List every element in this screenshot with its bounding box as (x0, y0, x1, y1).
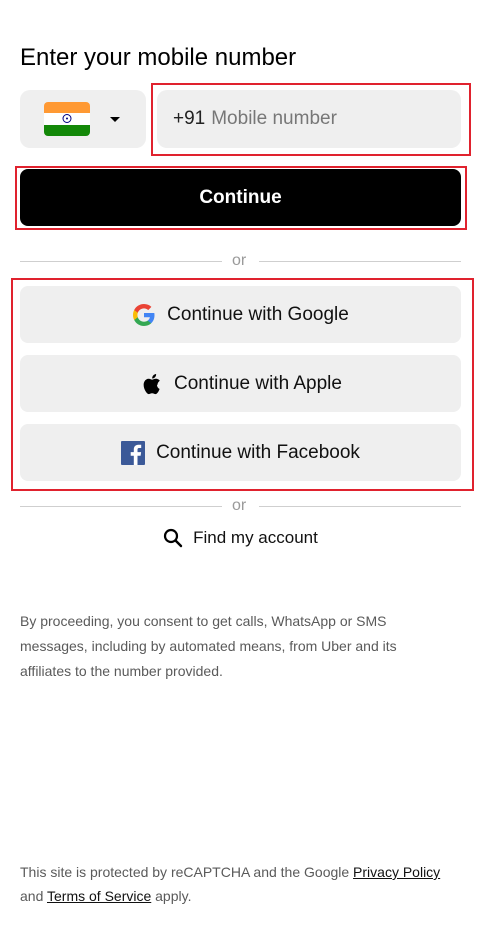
continue-with-facebook-button[interactable]: Continue with Facebook (20, 424, 461, 481)
mobile-number-input[interactable] (211, 108, 452, 130)
consent-text: By proceeding, you consent to get calls,… (20, 613, 397, 679)
search-icon (163, 528, 183, 548)
apple-icon (139, 372, 163, 396)
recaptcha-notice: This site is protected by reCAPTCHA and … (20, 860, 465, 908)
divider-or-text: or (232, 252, 247, 269)
divider-line (259, 506, 461, 507)
divider-line (20, 506, 222, 507)
facebook-button-label: Continue with Facebook (156, 441, 360, 463)
footer-text: apply. (151, 888, 192, 904)
find-my-account-label: Find my account (193, 528, 318, 547)
footer-text: and (20, 888, 47, 904)
privacy-policy-link[interactable]: Privacy Policy (353, 864, 440, 880)
google-icon (132, 303, 156, 327)
page-title: Enter your mobile number (20, 44, 297, 71)
facebook-icon (121, 440, 146, 465)
apple-button-label: Continue with Apple (174, 372, 342, 394)
terms-of-service-link[interactable]: Terms of Service (47, 888, 151, 904)
chevron-down-icon (110, 117, 120, 122)
divider-or-text: or (232, 497, 247, 514)
divider-line (20, 261, 222, 262)
google-button-label: Continue with Google (167, 303, 349, 325)
divider-line (259, 261, 461, 262)
footer-text: This site is protected by reCAPTCHA and … (20, 864, 354, 880)
mobile-number-field[interactable]: +91 (157, 90, 461, 148)
find-my-account-link[interactable]: Find my account (0, 528, 481, 548)
country-code-prefix: +91 (173, 108, 206, 129)
continue-button[interactable]: Continue (20, 169, 461, 226)
india-flag-icon (44, 102, 90, 136)
country-selector[interactable] (20, 90, 146, 148)
continue-with-google-button[interactable]: Continue with Google (20, 286, 461, 343)
continue-with-apple-button[interactable]: Continue with Apple (20, 355, 461, 412)
